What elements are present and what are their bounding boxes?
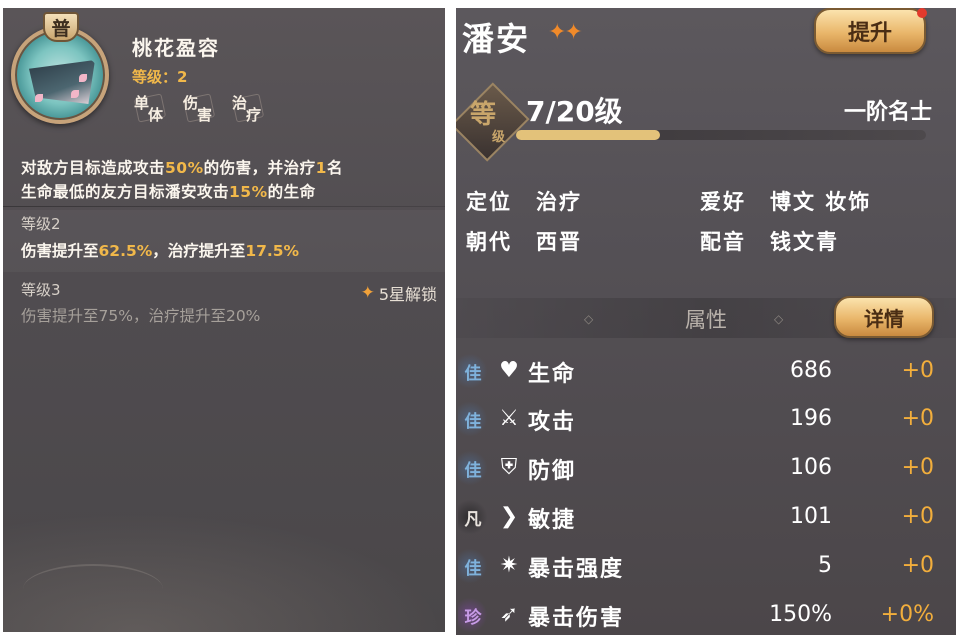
- desc-text: 对敌方目标造成攻击: [21, 159, 166, 177]
- voice-value: 钱文青: [770, 229, 839, 254]
- role-label: 定位: [466, 189, 512, 214]
- tag-char: 治: [232, 94, 248, 112]
- desc-highlight: 15%: [229, 183, 268, 201]
- attribute-bonus: +0%: [880, 602, 934, 627]
- tag-char: 单: [134, 94, 150, 112]
- level2-part: 伤害提升至: [21, 242, 99, 260]
- attribute-value: 686: [790, 358, 832, 383]
- crit-burst-icon: ✷: [499, 553, 519, 578]
- hero-level: 7/20级: [526, 95, 623, 128]
- skill-name: 桃花盈容: [132, 36, 220, 60]
- dynasty-value: 西晋: [536, 229, 582, 254]
- crit-damage-icon: ➶: [499, 602, 519, 627]
- grade-badge: 佳: [458, 549, 488, 583]
- attribute-value: 5: [818, 553, 832, 578]
- tag-char: 伤: [183, 94, 199, 112]
- tag-damage: 伤 害: [181, 92, 217, 124]
- hero-name: 潘安: [462, 20, 531, 58]
- tag-heal: 治 疗: [230, 92, 266, 124]
- attribute-bonus: +0: [901, 358, 934, 383]
- star-icon: ✦: [360, 283, 375, 303]
- role-value: 治疗: [536, 189, 582, 214]
- level2-highlight: 17.5%: [245, 242, 300, 260]
- tag-char: 害: [197, 106, 213, 124]
- attribute-row-agility: 凡 ❯ 敏捷 101 +0: [456, 494, 956, 540]
- grade-badge: 佳: [458, 354, 488, 388]
- attribute-bonus: +0: [901, 553, 934, 578]
- grade-badge: 佳: [458, 402, 488, 436]
- hero-panel: 潘安 ✦✦ 提升 等 级 7/20级 一阶名士 定位 治疗 爱好 博文 妆饰 朝…: [456, 8, 956, 635]
- petal-icon: [71, 90, 79, 98]
- tag-char: 疗: [246, 106, 262, 124]
- skill-description: 对敌方目标造成攻击50%的伤害，并治疗1名生命最低的友方目标潘安攻击15%的生命: [21, 156, 441, 204]
- attribute-name: 生命: [528, 361, 577, 387]
- attribute-bonus: +0: [901, 455, 934, 480]
- level2-title: 等级2: [21, 215, 61, 233]
- level3-title: 等级3: [21, 281, 61, 299]
- unlock-text: 5星解锁: [378, 285, 437, 304]
- level2-highlight: 62.5%: [98, 242, 153, 260]
- desc-text: 生命最低的友方目标潘安攻击: [21, 183, 230, 201]
- hobby-label: 爱好: [700, 189, 746, 214]
- sword-icon: ⚔: [499, 406, 519, 431]
- attribute-row-crit-damage: 珍 ➶ 暴击伤害 150% +0%: [456, 592, 956, 635]
- attribute-value: 101: [790, 504, 832, 529]
- level2-part: ，治疗提升至: [152, 242, 246, 260]
- tag-char: 体: [148, 106, 164, 124]
- desc-text: 名: [326, 159, 343, 177]
- attribute-row-attack: 佳 ⚔ 攻击 196 +0: [456, 396, 956, 442]
- attribute-name: 攻击: [528, 409, 577, 435]
- upgrade-button[interactable]: 提升: [814, 8, 926, 54]
- notification-dot: [917, 8, 927, 18]
- ornament-icon: ◇: [774, 312, 784, 326]
- attribute-name: 暴击强度: [528, 556, 625, 582]
- hero-rank: 一阶名士: [843, 99, 932, 125]
- level2-text: 伤害提升至62.5%，治疗提升至17.5%: [21, 239, 299, 261]
- details-button[interactable]: 详情: [834, 296, 934, 338]
- attribute-name: 防御: [528, 458, 577, 484]
- attribute-bonus: +0: [901, 504, 934, 529]
- desc-highlight: 1: [315, 159, 327, 177]
- unlock-requirement: ✦ 5星解锁: [361, 281, 437, 305]
- petal-icon: [79, 74, 87, 82]
- desc-text: 的生命: [267, 183, 316, 201]
- skill-panel: 普 桃花盈容 等级：2 单 体 伤 害 治 疗 对敌方目标造成攻击50%的伤害，…: [3, 8, 445, 632]
- grade-badge: 佳: [458, 451, 488, 485]
- attribute-value: 150%: [769, 602, 832, 627]
- skill-rarity-badge: 普: [43, 12, 79, 42]
- voice-label: 配音: [700, 229, 746, 254]
- attribute-name: 暴击伤害: [528, 605, 625, 631]
- divider: [3, 206, 445, 207]
- hobby-value: 博文 妆饰: [770, 189, 872, 214]
- agility-icon: ❯: [499, 504, 519, 529]
- attribute-value: 106: [790, 455, 832, 480]
- grade-badge: 珍: [458, 598, 488, 632]
- level-emblem-subtext: 级: [492, 130, 506, 145]
- star-rating-icon: ✦✦: [548, 20, 583, 45]
- attribute-row-hp: 佳 ♥ 生命 686 +0: [456, 348, 956, 394]
- level-progress-fill: [516, 130, 660, 140]
- attribute-name: 敏捷: [528, 507, 577, 533]
- tag-single-target: 单 体: [132, 92, 168, 124]
- level3-text: 伤害提升至75%，治疗提升至20%: [21, 307, 261, 325]
- desc-text: 的伤害，并治疗: [203, 159, 316, 177]
- skill-level: 等级：2: [132, 68, 188, 86]
- grade-badge: 凡: [458, 500, 488, 534]
- dynasty-label: 朝代: [466, 229, 512, 254]
- petal-icon: [35, 94, 43, 102]
- attribute-bonus: +0: [901, 406, 934, 431]
- attribute-row-defense: 佳 ⛨ 防御 106 +0: [456, 445, 956, 491]
- attribute-value: 196: [790, 406, 832, 431]
- attribute-row-crit-strength: 佳 ✷ 暴击强度 5 +0: [456, 543, 956, 589]
- heart-icon: ♥: [499, 358, 519, 383]
- shield-icon: ⛨: [500, 455, 518, 480]
- cloud-ornament: [23, 564, 163, 614]
- desc-highlight: 50%: [165, 159, 204, 177]
